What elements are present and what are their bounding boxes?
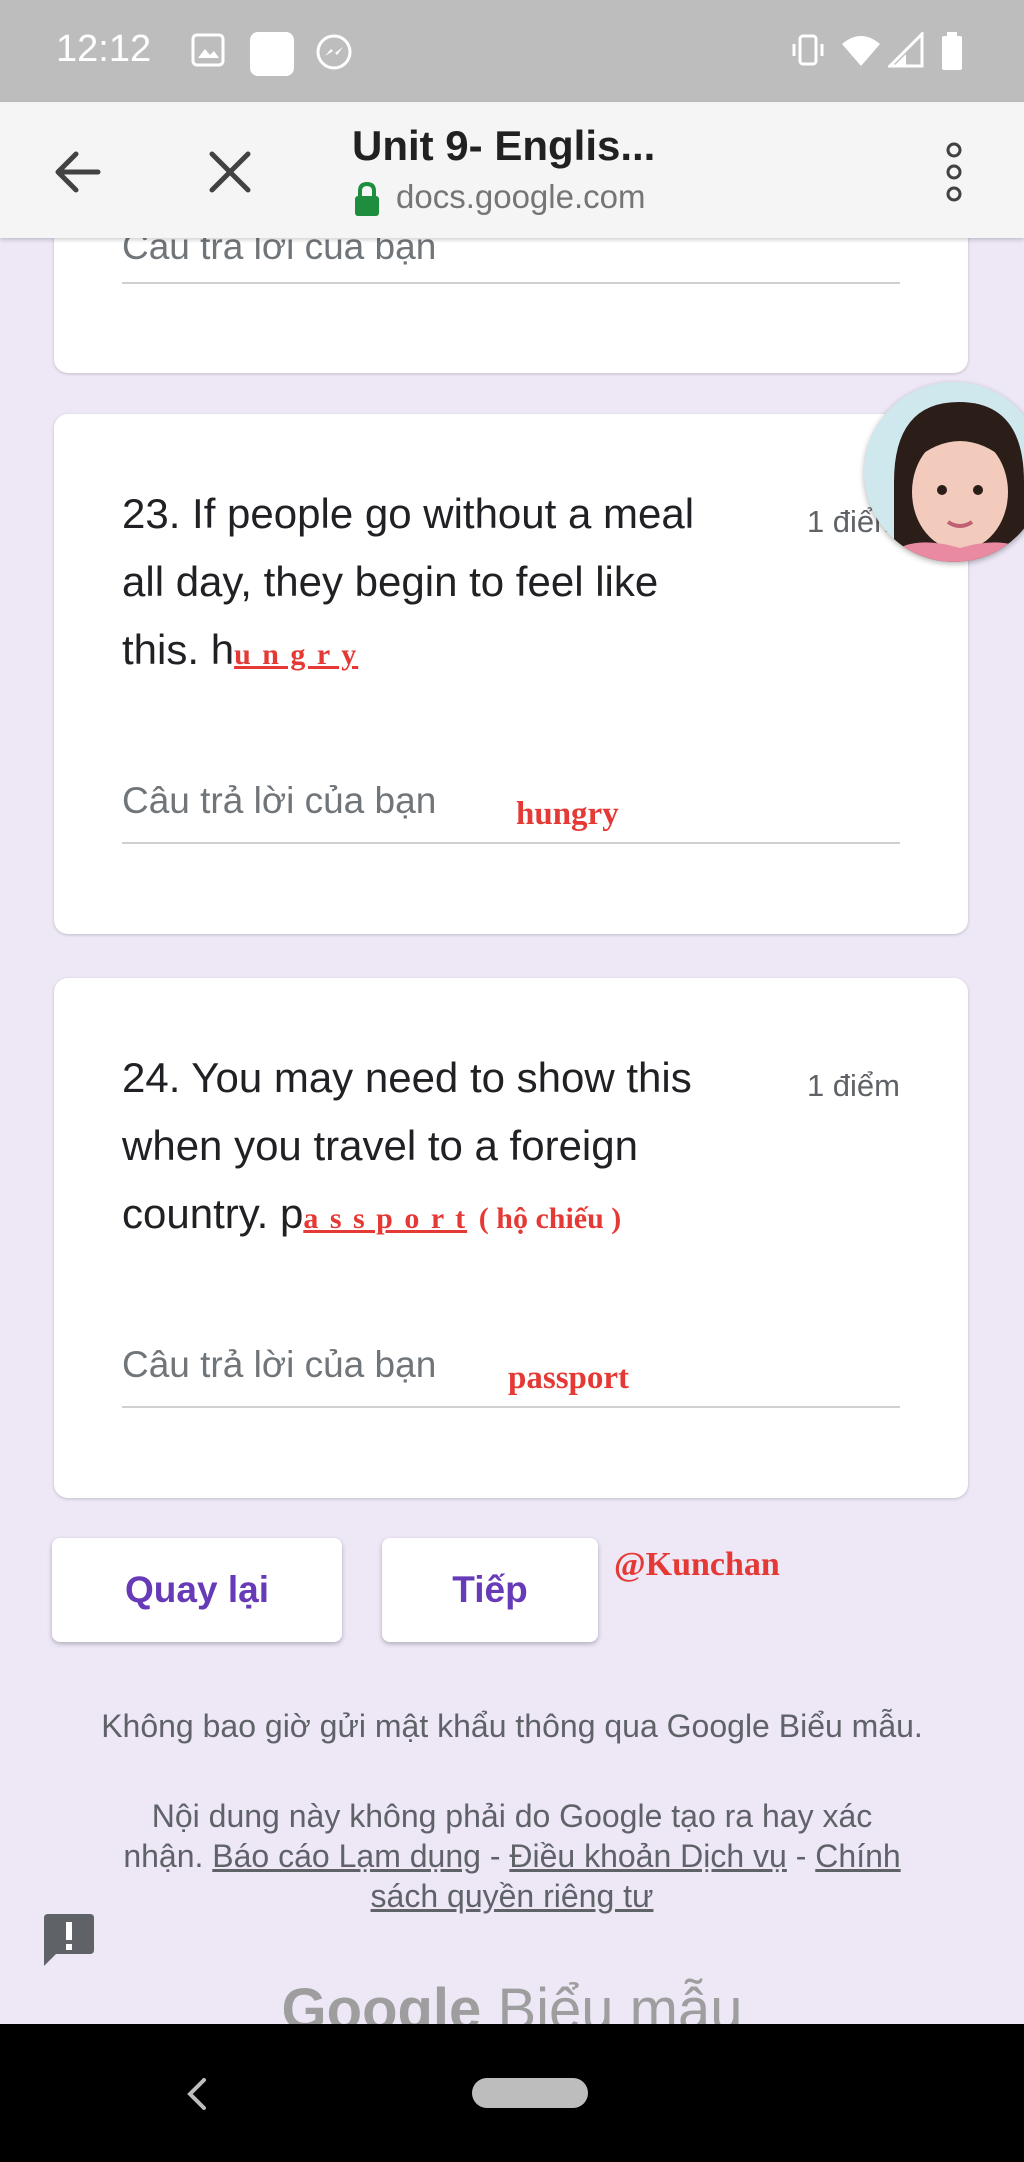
messenger-icon [316,34,352,70]
question-line-text: this. h [122,626,235,673]
question-points: 1 điểm [806,1068,900,1103]
app-notification-icon [250,32,294,76]
password-notice: Không bao giờ gửi mật khẩu thông qua Goo… [101,1708,923,1744]
page-url: docs.google.com [352,178,645,217]
hint-letters: a s s p o r t [303,1202,468,1235]
disclaimer: Nội dung này không phải do Google tạo ra… [0,1796,1024,1916]
handwritten-answer: hungry [516,796,619,832]
home-pill[interactable] [472,2078,588,2108]
next-button[interactable]: Tiếp [382,1538,598,1642]
watermark: @Kunchan [614,1546,780,1583]
url-text: docs.google.com [396,178,646,215]
lock-icon [355,182,379,217]
close-icon[interactable] [200,142,260,202]
question-card-23: 23. If people go without a meal all day,… [54,414,968,934]
answer-underline [122,842,900,844]
status-time: 12:12 [56,28,152,70]
question-text: 24. You may need to show this when you t… [122,1044,822,1253]
answer-underline [122,282,900,284]
terms-link[interactable]: Điều khoản Dịch vụ [509,1838,786,1874]
answer-input[interactable]: Câu trả lời của bạn [122,780,436,822]
battery-icon [942,32,962,70]
question-line: this. hu n g r y [122,616,822,689]
question-line: 23. If people go without a meal [122,490,695,537]
page-title: Unit 9- Englis... [352,122,656,169]
question-text: 23. If people go without a meal all day,… [122,480,822,689]
back-button[interactable]: Quay lại [52,1538,342,1642]
browser-toolbar: Unit 9- Englis... docs.google.com [0,102,1024,238]
hint-translation: ( hộ chiếu ) [478,1202,622,1235]
gallery-icon [191,33,225,67]
disclaimer-line: Nội dung này không phải do Google tạo ra… [151,1798,873,1834]
separator: - [489,1838,501,1874]
answer-placeholder[interactable]: Câu trả lời của bạn [122,238,436,268]
previous-question-card: Câu trả lời của bạn [54,238,968,373]
system-navigation-bar [0,2024,1024,2162]
question-card-24: 24. You may need to show this when you t… [54,978,968,1498]
separator: - [795,1838,807,1874]
feedback-icon[interactable] [40,1910,98,1968]
question-line: 24. You may need to show this [122,1054,692,1101]
answer-input[interactable]: Câu trả lời của bạn [122,1344,436,1386]
wifi-icon [842,36,880,66]
answer-underline [122,1406,900,1408]
more-options-icon[interactable] [936,140,972,204]
question-line-text: country. p [122,1190,304,1237]
signal-icon [888,32,924,68]
back-arrow-icon[interactable] [48,142,108,202]
privacy-link-continued[interactable]: sách quyền riêng tư [371,1878,654,1914]
disclaimer-prefix: nhận. [123,1838,204,1874]
hint-letters: u n g r y [234,638,359,671]
question-line: country. pa s s p o r t ( hộ chiếu ) [122,1180,822,1253]
handwritten-answer: passport [508,1360,630,1396]
question-line: all day, they begin to feel like [122,558,659,605]
question-line: when you travel to a foreign [122,1122,638,1169]
privacy-link[interactable]: Chính [815,1838,900,1874]
report-abuse-link[interactable]: Báo cáo Lạm dụng [212,1838,481,1874]
status-bar: 12:12 [0,0,1024,102]
system-back-icon[interactable] [180,2074,216,2114]
disclaimer-links: nhận. Báo cáo Lạm dụng - Điều khoản Dịch… [0,1836,1024,1876]
vibrate-icon [792,34,824,66]
